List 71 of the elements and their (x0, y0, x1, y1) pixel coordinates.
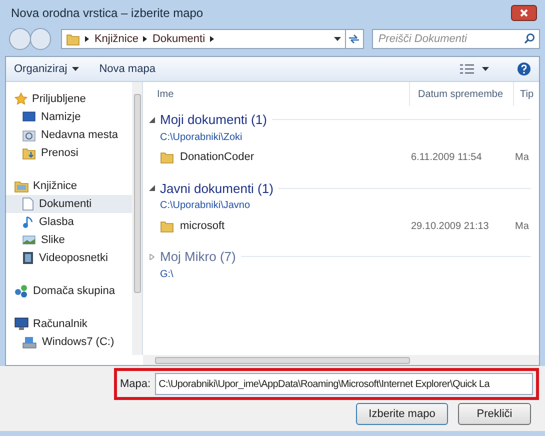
date-cell-text: 29.10.2009 21:13 (411, 220, 490, 234)
sidebar-item[interactable]: Prenosi (6, 144, 132, 162)
breadcrumb[interactable]: Knjižnice (94, 30, 138, 48)
close-button[interactable] (511, 5, 537, 21)
file-name[interactable]: DonationCoder (180, 149, 254, 166)
refresh-icon (348, 34, 360, 44)
close-icon (520, 9, 528, 17)
column-header[interactable]: Datum spremembe (409, 82, 513, 106)
desktop-icon (22, 111, 36, 123)
window-title: Nova orodna vrstica – izberite mapo (11, 5, 204, 22)
breadcrumb-arrow-icon[interactable] (210, 36, 214, 42)
file-name[interactable]: microsoft (180, 218, 225, 234)
refresh-button[interactable] (344, 29, 364, 49)
computer-icon (14, 317, 29, 331)
group-title[interactable]: Moji dokumenti (1) (160, 110, 267, 130)
recent-places-icon (22, 128, 36, 142)
group-path: G:\ (159, 268, 174, 282)
group-path: C:\Uporabniki\Javno (159, 199, 252, 213)
group-path: C:\Uporabniki\Zoki (159, 130, 244, 144)
library-icon (14, 180, 29, 192)
search-field[interactable]: Preišči Dokumenti (372, 29, 540, 49)
sidebar-item[interactable]: Windows7 (C:) (6, 333, 132, 351)
sidebar-item[interactable]: Dokumenti (6, 195, 132, 213)
help-icon[interactable] (517, 62, 531, 76)
breadcrumb[interactable]: Dokumenti (152, 30, 206, 48)
toolbar-button[interactable]: Nova mapa (99, 60, 156, 78)
sidebar-item[interactable]: Nedavna mesta (6, 126, 132, 144)
film-icon (22, 251, 34, 265)
horizontal-scrollbar[interactable] (143, 355, 539, 365)
music-note-icon (22, 215, 34, 229)
folder-icon (66, 32, 80, 46)
group-title[interactable]: Moj Mikro (7) (160, 247, 236, 266)
vertical-scrollbar[interactable] (132, 82, 142, 355)
sidebar-item[interactable]: Videoposnetki (6, 249, 132, 267)
breadcrumb-arrow-icon[interactable] (85, 36, 90, 42)
type-cell-text: Ma (515, 151, 530, 165)
sidebar-item[interactable]: Glasba (6, 213, 132, 231)
picture-icon (22, 234, 36, 246)
address-bar[interactable]: Knjižnice Dokumenti (61, 29, 346, 49)
collapse-triangle-icon[interactable] (149, 185, 155, 192)
drive-icon (22, 336, 37, 348)
type-cell-text: Ma (515, 220, 530, 234)
group-title[interactable]: Javni dokumenti (1) (160, 178, 274, 198)
date-cell-text: 6.11.2009 11:54 (411, 151, 483, 165)
caret-icon (72, 67, 80, 71)
document-icon (22, 197, 34, 211)
downloads-icon (22, 146, 36, 160)
collapse-triangle-icon[interactable] (149, 116, 155, 123)
folder-input[interactable]: C:\Uporabniki\Upor_ime\AppData\Roaming\Microsoft\Internet Explorer\Quick La (154, 373, 533, 395)
view-list-icon[interactable] (460, 64, 474, 74)
column-header[interactable]: Ime (143, 82, 409, 106)
dialog-button[interactable]: Izberite mapo (356, 403, 448, 425)
sidebar-item[interactable]: Slike (6, 231, 132, 249)
folder-icon (160, 151, 174, 164)
breadcrumb-arrow-icon[interactable] (143, 36, 148, 42)
sidebar-item[interactable]: Namizje (6, 108, 132, 126)
toolbar-button[interactable]: Organiziraj (14, 60, 80, 78)
sidebar-group[interactable]: Računalnik (6, 315, 132, 333)
caret-icon[interactable] (482, 67, 489, 71)
sidebar-group[interactable]: Domača skupina (6, 282, 132, 300)
field-label: Mapa: (120, 376, 151, 392)
search-icon (524, 33, 535, 44)
folder-icon (160, 220, 174, 232)
star-icon (14, 92, 28, 106)
sidebar-group[interactable]: Knjižnice (6, 177, 132, 195)
expand-triangle-icon[interactable] (149, 254, 155, 260)
sidebar-group[interactable]: Priljubljene (6, 90, 132, 108)
dropdown-caret-icon[interactable] (334, 37, 341, 41)
dialog-button[interactable]: Prekliči (458, 403, 531, 425)
column-header[interactable]: Tip (513, 82, 539, 106)
network-icon (14, 284, 29, 298)
